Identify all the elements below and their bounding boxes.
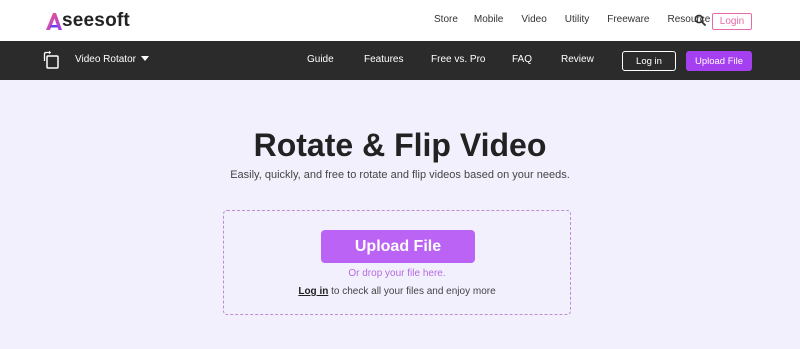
chevron-down-icon[interactable] [141, 56, 149, 61]
file-dropzone[interactable]: Upload File Or drop your file here. Log … [223, 210, 571, 315]
top-nav-freeware[interactable]: Freeware [607, 14, 649, 25]
toolbar-upload-button[interactable]: Upload File [686, 51, 752, 71]
toolbar-link-review[interactable]: Review [561, 54, 594, 65]
toolbar-link-faq[interactable]: FAQ [512, 54, 532, 65]
brand-logo-mark [46, 13, 62, 30]
login-link[interactable]: Log in [298, 286, 328, 297]
tool-selector[interactable]: Video Rotator [75, 54, 136, 65]
toolbar-link-guide[interactable]: Guide [307, 54, 334, 65]
top-nav-store[interactable]: Store [434, 14, 458, 25]
top-nav-utility[interactable]: Utility [565, 14, 589, 25]
brand-name: seesoft [62, 10, 130, 31]
main-content: Rotate & Flip Video Easily, quickly, and… [0, 80, 800, 349]
site-header: seesoft Store Mobile Video Utility Freew… [0, 0, 800, 41]
search-icon[interactable] [694, 14, 706, 26]
page-title: Rotate & Flip Video [253, 127, 547, 163]
toolbar-login-button[interactable]: Log in [622, 51, 676, 71]
top-nav-mobile[interactable]: Mobile [474, 14, 503, 25]
tool-toolbar: Video Rotator Guide Features Free vs. Pr… [0, 41, 800, 80]
login-note-text: to check all your files and enjoy more [328, 286, 496, 297]
page-subtitle: Easily, quickly, and free to rotate and … [230, 169, 570, 181]
login-note: Log in to check all your files and enjoy… [224, 286, 570, 297]
top-nav-video[interactable]: Video [521, 14, 546, 25]
toolbar-link-features[interactable]: Features [364, 54, 403, 65]
header-login-button[interactable]: Login [712, 13, 752, 30]
upload-file-button[interactable]: Upload File [321, 230, 475, 263]
drop-hint: Or drop your file here. [348, 268, 446, 279]
rotate-icon [43, 50, 59, 69]
brand-logo[interactable]: seesoft [44, 10, 130, 32]
top-nav: Store Mobile Video Utility Freeware Reso… [434, 14, 728, 25]
toolbar-link-free-vs-pro[interactable]: Free vs. Pro [431, 54, 485, 65]
